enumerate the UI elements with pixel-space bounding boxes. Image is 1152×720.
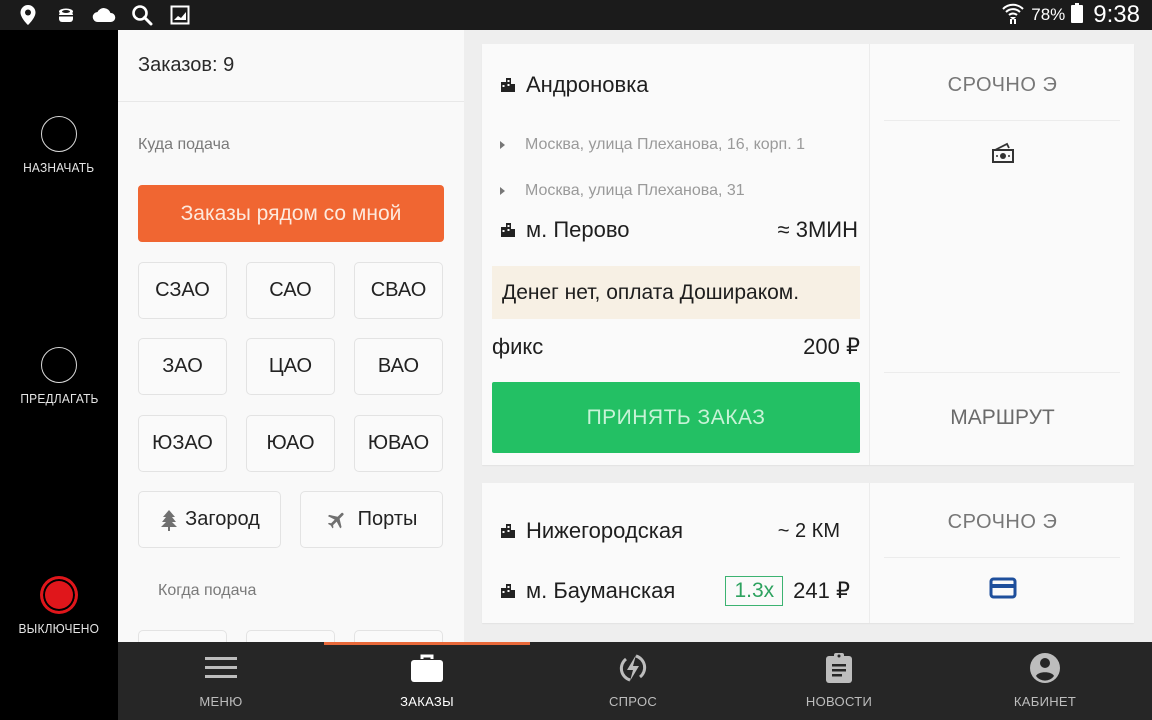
battery-percent: 78% <box>1031 5 1066 24</box>
nav-label: ЗАКАЗЫ <box>400 694 454 709</box>
zone-button[interactable]: ЮВАО <box>354 415 443 472</box>
bullet-triangle-icon <box>500 141 505 149</box>
radio-circle-icon <box>41 347 77 383</box>
airports-label: Порты <box>357 508 418 530</box>
mode-rail: НАЗНАЧАТЬ ПРЕДЛАГАТЬ ВЫКЛЮЧЕНО <box>0 30 118 720</box>
menu-icon <box>204 652 238 684</box>
divider <box>884 557 1120 558</box>
accept-order-button[interactable]: ПРИНЯТЬ ЗАКАЗ <box>492 382 860 453</box>
urgency-label: СРОЧНО Э <box>947 511 1058 533</box>
mode-label: НАЗНАЧАТЬ <box>23 160 95 175</box>
mode-offer-toggle[interactable]: ПРЕДЛАГАТЬ <box>0 347 118 406</box>
building-icon <box>500 523 516 539</box>
location-icon <box>16 3 40 27</box>
tree-icon <box>159 509 179 531</box>
orders-list: Андроновка Москва, улица Плеханова, 16, … <box>464 30 1152 642</box>
airports-button[interactable]: Порты <box>300 491 443 548</box>
card-icon <box>870 577 1135 599</box>
zone-button[interactable]: СЗАО <box>138 262 227 319</box>
destination-address: м. Бауманская <box>526 578 676 603</box>
clipboard-icon <box>825 652 853 684</box>
zone-button[interactable]: ЗАО <box>138 338 227 395</box>
mode-label: ВЫКЛЮЧЕНО <box>18 621 100 636</box>
building-icon <box>500 77 516 93</box>
clock: 9:38 <box>1093 1 1140 28</box>
gallery-icon <box>168 3 192 27</box>
suburb-button[interactable]: Загород <box>138 491 281 548</box>
nav-label: НОВОСТИ <box>805 694 873 709</box>
waypoint-address: Москва, улица Плеханова, 31 <box>525 182 745 199</box>
zone-button[interactable]: СВАО <box>354 262 443 319</box>
order-price: 241 ₽ <box>793 578 850 603</box>
radio-circle-icon <box>41 116 77 152</box>
order-card[interactable]: Андроновка Москва, улица Плеханова, 16, … <box>482 44 1134 465</box>
when-option-button[interactable] <box>138 630 227 642</box>
tariff-type: фикс <box>492 334 544 359</box>
mode-off-toggle[interactable]: ВЫКЛЮЧЕНО <box>0 577 118 636</box>
cash-icon <box>870 142 1135 164</box>
bullet-triangle-icon <box>500 187 505 195</box>
suburb-label: Загород <box>185 508 260 530</box>
mode-assign-toggle[interactable]: НАЗНАЧАТЬ <box>0 116 118 175</box>
nav-label: КАБИНЕТ <box>1013 694 1077 709</box>
record-dot-icon <box>41 577 77 613</box>
bottom-nav: МЕНЮ ЗАКАЗЫ СПРОС НОВОСТИ КАБИНЕТ <box>118 642 1152 720</box>
lightning-icon <box>617 652 649 684</box>
nearby-orders-button[interactable]: Заказы рядом со мной <box>138 185 444 242</box>
pickup-row: Нижегородская ~ 2 КМ <box>500 518 840 544</box>
cloud-icon <box>92 3 116 27</box>
when-option-button[interactable] <box>246 630 335 642</box>
building-icon <box>500 583 516 599</box>
account-icon <box>1029 652 1061 684</box>
notification-icons <box>16 3 192 27</box>
eta: ≈ 3МИН <box>777 217 858 242</box>
pickup-address: Нижегородская <box>526 518 683 543</box>
airplane-icon <box>326 509 348 531</box>
nav-tab-demand[interactable]: СПРОС <box>530 642 736 720</box>
urgency-label: СРОЧНО Э <box>947 74 1058 96</box>
nav-tab-menu[interactable]: МЕНЮ <box>118 642 324 720</box>
nav-tab-news[interactable]: НОВОСТИ <box>736 642 942 720</box>
zone-button[interactable]: ЮЗАО <box>138 415 227 472</box>
pickup-row: Андроновка <box>500 72 858 98</box>
when-option-button[interactable] <box>354 630 443 642</box>
distance: ~ 2 КМ <box>777 519 840 542</box>
order-price: 200 ₽ <box>803 334 860 359</box>
route-button[interactable]: МАРШРУТ <box>870 406 1135 430</box>
system-status: 78% 9:38 <box>1001 1 1140 29</box>
destination-address: м. Перово <box>526 217 630 242</box>
wifi-icon <box>1001 2 1025 29</box>
waypoint: Москва, улица Плеханова, 16, корп. 1 <box>500 136 805 154</box>
building-icon <box>500 222 516 238</box>
zone-button[interactable]: САО <box>246 262 335 319</box>
zone-button[interactable]: ВАО <box>354 338 443 395</box>
mode-label: ПРЕДЛАГАТЬ <box>19 391 99 406</box>
destination-row: м. Бауманская 1.3x 241 ₽ <box>500 576 850 606</box>
order-card[interactable]: Нижегородская ~ 2 КМ м. Бауманская 1.3x … <box>482 483 1134 623</box>
status-bar: 78% 9:38 <box>0 0 1152 30</box>
pickup-address: Андроновка <box>526 72 649 97</box>
sushi-icon <box>54 3 78 27</box>
divider <box>884 372 1120 373</box>
briefcase-icon <box>410 652 444 684</box>
when-label: Когда подача <box>158 582 257 599</box>
filter-panel: Заказов: 9 Куда подача Заказы рядом со м… <box>118 30 464 642</box>
waypoint: Москва, улица Плеханова, 31 <box>500 182 745 200</box>
battery-icon <box>1071 2 1084 28</box>
search-icon <box>130 3 154 27</box>
price-row: фикс 200 ₽ <box>492 334 860 360</box>
zone-button[interactable]: ЮАО <box>246 415 335 472</box>
where-label: Куда подача <box>138 136 230 153</box>
nav-label: МЕНЮ <box>199 694 243 709</box>
nav-label: СПРОС <box>608 694 658 709</box>
order-comment: Денег нет, оплата Дошираком. <box>492 266 860 319</box>
surge-coefficient-badge: 1.3x <box>725 576 784 606</box>
nav-tab-account[interactable]: КАБИНЕТ <box>942 642 1148 720</box>
nav-tab-orders[interactable]: ЗАКАЗЫ <box>324 642 530 720</box>
orders-count: Заказов: 9 <box>118 30 464 102</box>
zone-button[interactable]: ЦАО <box>246 338 335 395</box>
destination-row: м. Перово ≈ 3МИН <box>500 217 858 243</box>
divider <box>884 120 1120 121</box>
waypoint-address: Москва, улица Плеханова, 16, корп. 1 <box>525 136 806 153</box>
